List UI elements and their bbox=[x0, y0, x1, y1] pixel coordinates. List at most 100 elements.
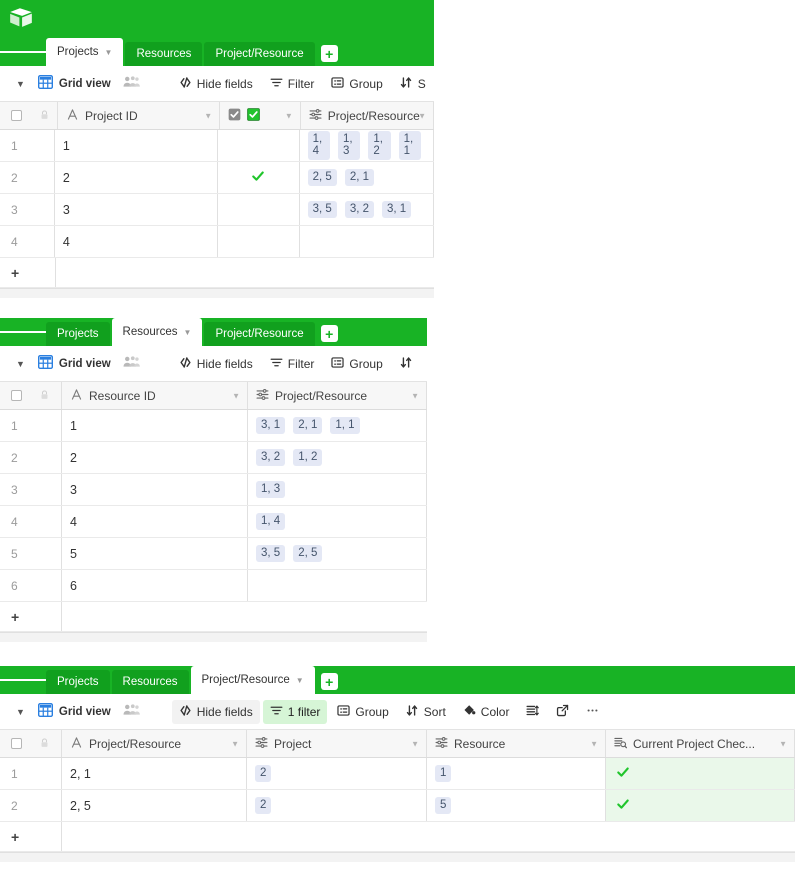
chevron-down-icon[interactable]: ▼ bbox=[590, 739, 598, 748]
linked-record-chip[interactable]: 3, 1 bbox=[256, 416, 286, 435]
grid-view-button[interactable]: Grid view bbox=[34, 71, 118, 96]
cell-0[interactable]: 2 bbox=[62, 442, 248, 473]
cell-2[interactable] bbox=[300, 226, 434, 257]
cell-2[interactable]: 1 bbox=[427, 758, 606, 789]
cell-0[interactable]: 3 bbox=[55, 194, 219, 225]
tab-projects[interactable]: Projects bbox=[46, 670, 110, 694]
cell-2[interactable]: 1, 4 1, 3 1, 2 1, 1 bbox=[300, 130, 434, 161]
toolbar-sort-button[interactable] bbox=[393, 352, 420, 376]
view-sidebar-toggle-icon[interactable]: ▼ bbox=[10, 359, 31, 369]
tab-projects[interactable]: Projects bbox=[46, 322, 110, 346]
cell-1[interactable]: 3, 2 1, 2 bbox=[248, 442, 427, 473]
cell-1[interactable] bbox=[218, 130, 300, 161]
cell-0[interactable]: 2, 1 bbox=[62, 758, 247, 789]
tab-projects[interactable]: Projects ▼ bbox=[46, 38, 124, 66]
menu-hamburger-icon[interactable] bbox=[0, 38, 46, 66]
chevron-down-icon[interactable]: ▼ bbox=[296, 676, 304, 685]
toolbar-s-button[interactable]: S bbox=[393, 72, 433, 96]
linked-record-chip[interactable]: 2, 1 bbox=[293, 416, 323, 435]
column-header-checkbox[interactable]: ▼ bbox=[220, 102, 301, 129]
toolbar-share-button[interactable] bbox=[549, 700, 576, 724]
menu-hamburger-icon[interactable] bbox=[0, 666, 46, 694]
column-header-resource[interactable]: Resource ▼ bbox=[427, 730, 606, 757]
linked-record-chip[interactable]: 1, 4 bbox=[256, 512, 286, 531]
select-all-checkbox[interactable] bbox=[11, 110, 22, 121]
collaborators-icon[interactable] bbox=[121, 355, 148, 373]
linked-record-chip[interactable]: 2 bbox=[255, 796, 272, 815]
toolbar-hide-fields-button[interactable]: Hide fields bbox=[171, 699, 260, 724]
chevron-down-icon[interactable]: ▼ bbox=[418, 111, 426, 120]
cell-0[interactable]: 3 bbox=[62, 474, 248, 505]
cell-0[interactable]: 2 bbox=[55, 162, 219, 193]
cell-0[interactable]: 5 bbox=[62, 538, 248, 569]
cell-0[interactable]: 1 bbox=[62, 410, 248, 441]
tab-project-resource[interactable]: Project/Resource ▼ bbox=[190, 666, 315, 694]
cell-1[interactable]: 3, 5 2, 5 bbox=[248, 538, 427, 569]
cell-0[interactable]: 4 bbox=[62, 506, 248, 537]
toolbar-filter-button[interactable]: Filter bbox=[263, 352, 322, 376]
chevron-down-icon[interactable]: ▼ bbox=[285, 111, 293, 120]
chevron-down-icon[interactable]: ▼ bbox=[411, 739, 419, 748]
add-row-button[interactable]: + bbox=[0, 822, 62, 851]
chevron-down-icon[interactable]: ▼ bbox=[105, 48, 113, 57]
cell-2[interactable]: 5 bbox=[427, 790, 606, 821]
cell-1[interactable]: 3, 1 2, 1 1, 1 bbox=[248, 410, 427, 441]
linked-record-chip[interactable]: 1, 3 bbox=[256, 480, 286, 499]
toolbar-filter-button[interactable]: Filter bbox=[263, 72, 322, 96]
cell-0[interactable]: 2, 5 bbox=[62, 790, 247, 821]
column-header-project-id[interactable]: Project ID ▼ bbox=[58, 102, 221, 129]
linked-record-chip[interactable]: 2 bbox=[255, 764, 272, 783]
tab-project-resource[interactable]: Project/Resource bbox=[204, 322, 315, 346]
chevron-down-icon[interactable]: ▼ bbox=[779, 739, 787, 748]
view-sidebar-toggle-icon[interactable]: ▼ bbox=[10, 707, 31, 717]
cell-1[interactable]: 1, 4 bbox=[248, 506, 427, 537]
chevron-down-icon[interactable]: ▼ bbox=[184, 328, 192, 337]
cell-1[interactable] bbox=[248, 570, 427, 601]
linked-record-chip[interactable]: 5 bbox=[435, 796, 452, 815]
column-header-project-resource[interactable]: Project/Resource ▼ bbox=[248, 382, 427, 409]
add-table-button[interactable]: + bbox=[320, 673, 338, 690]
add-row-button[interactable]: + bbox=[0, 602, 62, 631]
linked-record-chip[interactable]: 3, 5 bbox=[307, 200, 337, 219]
chevron-down-icon[interactable]: ▼ bbox=[231, 739, 239, 748]
toolbar-sort-button[interactable]: Sort bbox=[399, 700, 453, 724]
toolbar-1-filter-button[interactable]: 1 filter bbox=[262, 699, 328, 724]
column-header-project-resource[interactable]: Project/Resource ▼ bbox=[62, 730, 247, 757]
linked-record-chip[interactable]: 1, 3 bbox=[337, 131, 361, 160]
cell-1[interactable]: 2 bbox=[247, 758, 427, 789]
cell-2[interactable]: 2, 5 2, 1 bbox=[300, 162, 434, 193]
toolbar-group-button[interactable]: Group bbox=[330, 700, 395, 724]
chevron-down-icon[interactable]: ▼ bbox=[411, 391, 419, 400]
cell-0[interactable]: 1 bbox=[55, 130, 219, 161]
linked-record-chip[interactable]: 3, 1 bbox=[382, 200, 412, 219]
collaborators-icon[interactable] bbox=[121, 75, 148, 93]
grid-view-button[interactable]: Grid view bbox=[34, 351, 118, 376]
column-header-resource-id[interactable]: Resource ID ▼ bbox=[62, 382, 248, 409]
toolbar-row-height-button[interactable] bbox=[519, 700, 546, 724]
linked-record-chip[interactable]: 3, 2 bbox=[256, 448, 286, 467]
linked-record-chip[interactable]: 1, 2 bbox=[368, 131, 391, 160]
column-header-project-resource[interactable]: Project/Resource ▼ bbox=[300, 102, 434, 129]
cell-3[interactable] bbox=[606, 790, 795, 821]
toolbar-group-button[interactable]: Group bbox=[324, 72, 389, 96]
cell-3[interactable] bbox=[606, 758, 795, 789]
menu-hamburger-icon[interactable] bbox=[0, 318, 46, 346]
tab-resources[interactable]: Resources bbox=[125, 42, 203, 66]
linked-record-chip[interactable]: 3, 5 bbox=[256, 544, 286, 563]
cell-0[interactable]: 6 bbox=[62, 570, 248, 601]
linked-record-chip[interactable]: 2, 1 bbox=[344, 168, 374, 187]
tab-project-resource[interactable]: Project/Resource bbox=[204, 42, 315, 66]
cell-2[interactable]: 3, 5 3, 2 3, 1 bbox=[300, 194, 434, 225]
column-header-current-project-chec-[interactable]: Current Project Chec... ▼ bbox=[606, 730, 795, 757]
add-row-button[interactable]: + bbox=[0, 258, 56, 287]
linked-record-chip[interactable]: 2, 5 bbox=[307, 168, 337, 187]
linked-record-chip[interactable]: 2, 5 bbox=[293, 544, 323, 563]
add-table-button[interactable]: + bbox=[320, 325, 338, 342]
cell-1[interactable]: 1, 3 bbox=[248, 474, 427, 505]
cell-1[interactable] bbox=[218, 226, 300, 257]
collaborators-icon[interactable] bbox=[121, 703, 148, 721]
view-sidebar-toggle-icon[interactable]: ▼ bbox=[10, 79, 31, 89]
linked-record-chip[interactable]: 3, 2 bbox=[344, 200, 374, 219]
toolbar-hide-fields-button[interactable]: Hide fields bbox=[172, 352, 260, 376]
tab-resources[interactable]: Resources ▼ bbox=[111, 318, 203, 346]
